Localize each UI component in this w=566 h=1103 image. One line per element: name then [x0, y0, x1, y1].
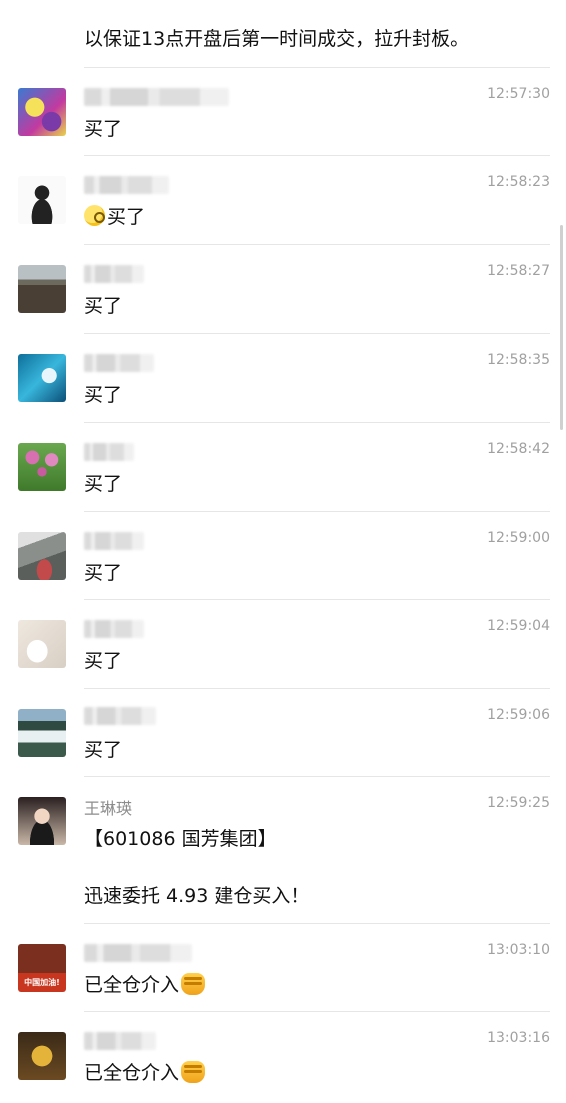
sender-name-blurred[interactable]	[84, 1032, 156, 1050]
message-time: 13:03:16	[487, 1030, 550, 1046]
scrollbar[interactable]	[560, 225, 563, 430]
message-text: 买了	[84, 202, 145, 229]
room-avatar-icon[interactable]: 中国加油!	[18, 944, 66, 992]
sender-name-blurred[interactable]	[84, 88, 229, 106]
message-time: 12:59:25	[487, 795, 550, 811]
message-time: 12:59:00	[487, 530, 550, 546]
message-text-line: 【601086 国芳集团】	[84, 828, 277, 850]
message-text: 买了	[84, 295, 123, 317]
sender-name-blurred[interactable]	[84, 176, 169, 194]
message-time: 12:59:06	[487, 707, 550, 723]
fist-emoji	[181, 972, 206, 995]
chat-message: 王琳瑛 12:59:25 【601086 国芳集团】 迅速委托 4.93 建仓买…	[0, 777, 566, 924]
message-time: 12:58:23	[487, 174, 550, 190]
message-time: 12:57:30	[487, 86, 550, 102]
message-time: 13:03:10	[487, 942, 550, 958]
sender-name-blurred[interactable]	[84, 265, 144, 283]
message-time: 12:58:35	[487, 352, 550, 368]
message-text-line: 迅速委托 4.93 建仓买入！	[84, 885, 310, 907]
message-text: 买了	[84, 650, 123, 672]
sender-name-blurred[interactable]	[84, 354, 154, 372]
bride-avatar-icon[interactable]	[18, 620, 66, 668]
chat-message: 12:58:35 买了	[0, 334, 566, 423]
message-text: 买了	[84, 473, 123, 495]
message-text: 买了	[84, 118, 123, 140]
chat-message: 12:58:27 买了	[0, 245, 566, 334]
message-text: 买了	[84, 739, 123, 761]
message-text: 已全仓介入	[84, 970, 206, 997]
sender-name[interactable]: 王琳瑛	[84, 795, 132, 819]
fist-emoji	[181, 1060, 206, 1083]
message-text-top: 以保证13点开盘后第一时间成交，拉升封板。	[84, 28, 470, 50]
chat-message: 12:57:30 买了	[0, 68, 566, 156]
sender-name-blurred[interactable]	[84, 944, 192, 962]
chat-message: 12:58:23 买了	[0, 156, 566, 245]
person-sketch-avatar-icon[interactable]	[18, 176, 66, 224]
message-time: 12:59:04	[487, 618, 550, 634]
sender-name-blurred[interactable]	[84, 620, 144, 638]
thinking-face-emoji	[84, 205, 105, 226]
chat-message: 12:59:04 买了	[0, 600, 566, 689]
message-time: 12:58:42	[487, 441, 550, 457]
message-time: 12:58:27	[487, 263, 550, 279]
wave-avatar-icon[interactable]	[18, 354, 66, 402]
cartoon-avatar-icon[interactable]	[18, 88, 66, 136]
avatar-caption: 中国加油!	[24, 978, 60, 987]
pharaoh-avatar-icon[interactable]	[18, 1032, 66, 1080]
chat-message: 12:59:00 买了	[0, 512, 566, 600]
message-text: 买了	[84, 562, 123, 584]
sender-name-blurred[interactable]	[84, 532, 144, 550]
chat-message: 12:58:42 买了	[0, 423, 566, 512]
flowers-avatar-icon[interactable]	[18, 443, 66, 491]
mountain-avatar-icon[interactable]	[18, 532, 66, 580]
chat-message: 中国加油! 13:03:10 已全仓介入	[0, 924, 566, 1012]
landscape-avatar-icon[interactable]	[18, 265, 66, 313]
chat-message: 13:03:16 已全仓介入	[0, 1012, 566, 1100]
chat-message: 12:59:06 买了	[0, 689, 566, 777]
sender-name-blurred[interactable]	[84, 443, 134, 461]
message-text: 买了	[84, 384, 123, 406]
waterfall-avatar-icon[interactable]	[18, 709, 66, 757]
sender-name-blurred[interactable]	[84, 707, 156, 725]
woman-portrait-avatar-icon[interactable]	[18, 797, 66, 845]
message-text: 已全仓介入	[84, 1058, 206, 1085]
